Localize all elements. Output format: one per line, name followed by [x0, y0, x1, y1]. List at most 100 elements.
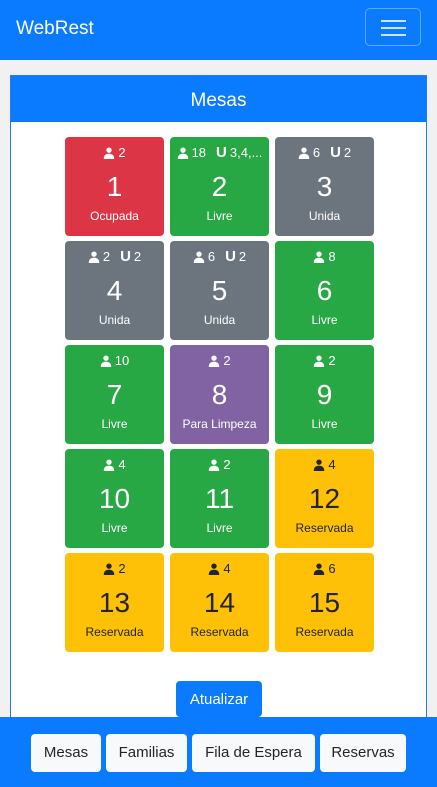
nav-mesas-button[interactable]: Mesas [31, 734, 101, 772]
nav-reservas-button[interactable]: Reservas [320, 734, 406, 772]
table-tile[interactable]: 2 U 2 4 Unida [65, 241, 164, 340]
hamburger-menu-icon [381, 34, 406, 36]
table-joined-with: 2 [133, 249, 142, 264]
table-number: 3 [316, 171, 333, 202]
table-capacity: 2 [102, 249, 111, 264]
person-icon [103, 147, 115, 159]
table-meta: 2 [65, 145, 164, 161]
table-meta: 2 [170, 353, 269, 369]
table-status: Livre [206, 521, 233, 535]
table-number: 9 [316, 379, 333, 410]
table-meta: 10 [65, 353, 164, 369]
menu-toggle-button[interactable] [365, 8, 421, 46]
table-number: 7 [106, 379, 123, 410]
table-tile[interactable]: 6 U 2 5 Unida [170, 241, 269, 340]
table-meta: 18 U 3,4,... [170, 145, 269, 161]
table-capacity: 18 [191, 145, 207, 160]
table-meta: 4 [170, 561, 269, 577]
union-icon: U [225, 248, 236, 265]
table-status: Livre [101, 521, 128, 535]
tables-card: Mesas 2 1 Ocupada 18 U 3,4,... 2 Livre 6 U 2 3 Unida… [10, 75, 427, 765]
table-joined-with: 3,4,... [229, 145, 263, 160]
table-status: Reservada [85, 625, 144, 639]
table-tile[interactable]: 4 10 Livre [65, 449, 164, 548]
table-meta: 2 [275, 353, 374, 369]
table-status: Livre [311, 417, 338, 431]
table-number: 1 [106, 171, 123, 202]
table-capacity: 6 [312, 145, 321, 160]
table-tile[interactable]: 4 14 Reservada [170, 553, 269, 652]
person-icon [313, 459, 325, 471]
table-status: Reservada [190, 625, 249, 639]
table-tile[interactable]: 10 7 Livre [65, 345, 164, 444]
hamburger-menu-icon [381, 27, 406, 29]
table-number: 12 [308, 483, 341, 514]
table-tile[interactable]: 2 13 Reservada [65, 553, 164, 652]
table-capacity: 2 [118, 561, 126, 576]
table-number: 10 [98, 483, 131, 514]
table-meta: 6 [275, 561, 374, 577]
person-icon [100, 355, 112, 367]
table-number: 2 [211, 171, 228, 202]
table-capacity: 2 [223, 457, 231, 472]
table-capacity: 4 [118, 457, 126, 472]
person-icon [208, 355, 220, 367]
table-status: Unida [98, 313, 131, 327]
table-status: Livre [206, 209, 233, 223]
bottom-nav: Mesas Familias Fila de Espera Reservas [0, 717, 437, 787]
table-status: Livre [101, 417, 128, 431]
table-capacity: 4 [223, 561, 231, 576]
table-status: Livre [311, 313, 338, 327]
table-capacity: 2 [118, 145, 126, 160]
person-icon [208, 563, 220, 575]
person-icon [313, 563, 325, 575]
table-tile[interactable]: 2 1 Ocupada [65, 137, 164, 236]
table-capacity: 6 [207, 249, 216, 264]
table-number: 13 [98, 587, 131, 618]
card-title: Mesas [11, 76, 426, 122]
person-icon [298, 147, 310, 159]
table-status: Ocupada [90, 209, 139, 223]
table-meta: 8 [275, 249, 374, 265]
table-number: 15 [308, 587, 341, 618]
table-status: Unida [203, 313, 236, 327]
table-meta: 4 [275, 457, 374, 473]
table-capacity: 8 [328, 249, 336, 264]
table-tile[interactable]: 18 U 3,4,... 2 Livre [170, 137, 269, 236]
table-tile[interactable]: 2 8 Para Limpeza [170, 345, 269, 444]
table-status: Unida [308, 209, 341, 223]
table-status: Para Limpeza [182, 417, 257, 431]
table-meta: 2U2 [65, 249, 164, 265]
table-tile[interactable]: 2 11 Livre [170, 449, 269, 548]
table-number: 14 [203, 587, 236, 618]
union-icon: U [216, 144, 227, 161]
table-meta: 2 [65, 561, 164, 577]
table-tile[interactable]: 8 6 Livre [275, 241, 374, 340]
table-meta: 6U2 [170, 249, 269, 265]
table-number: 11 [204, 483, 235, 514]
table-tile[interactable]: 6 U 2 3 Unida [275, 137, 374, 236]
tables-grid: 2 1 Ocupada 18 U 3,4,... 2 Livre 6 U 2 3 Unida 2 U 2 4 Un… [65, 137, 375, 652]
table-meta: 6U2 [275, 145, 374, 161]
person-icon [313, 355, 325, 367]
person-icon [313, 251, 325, 263]
table-joined-with: 2 [238, 249, 247, 264]
table-tile[interactable]: 2 9 Livre [275, 345, 374, 444]
table-tile[interactable]: 4 12 Reservada [275, 449, 374, 548]
nav-familias-button[interactable]: Familias [106, 734, 187, 772]
table-meta: 2 [170, 457, 269, 473]
app-brand[interactable]: WebRest [16, 18, 94, 40]
refresh-button[interactable]: Atualizar [176, 681, 262, 717]
table-capacity: 6 [328, 561, 336, 576]
table-number: 4 [106, 275, 123, 306]
table-number: 5 [211, 275, 228, 306]
person-icon [193, 251, 205, 263]
table-number: 8 [211, 379, 228, 410]
table-joined-with: 2 [343, 145, 352, 160]
table-status: Reservada [295, 521, 354, 535]
table-capacity: 10 [114, 353, 130, 368]
table-tile[interactable]: 6 15 Reservada [275, 553, 374, 652]
top-navbar: WebRest [0, 0, 437, 60]
person-icon [208, 459, 220, 471]
nav-fila-de-espera-button[interactable]: Fila de Espera [192, 734, 315, 772]
